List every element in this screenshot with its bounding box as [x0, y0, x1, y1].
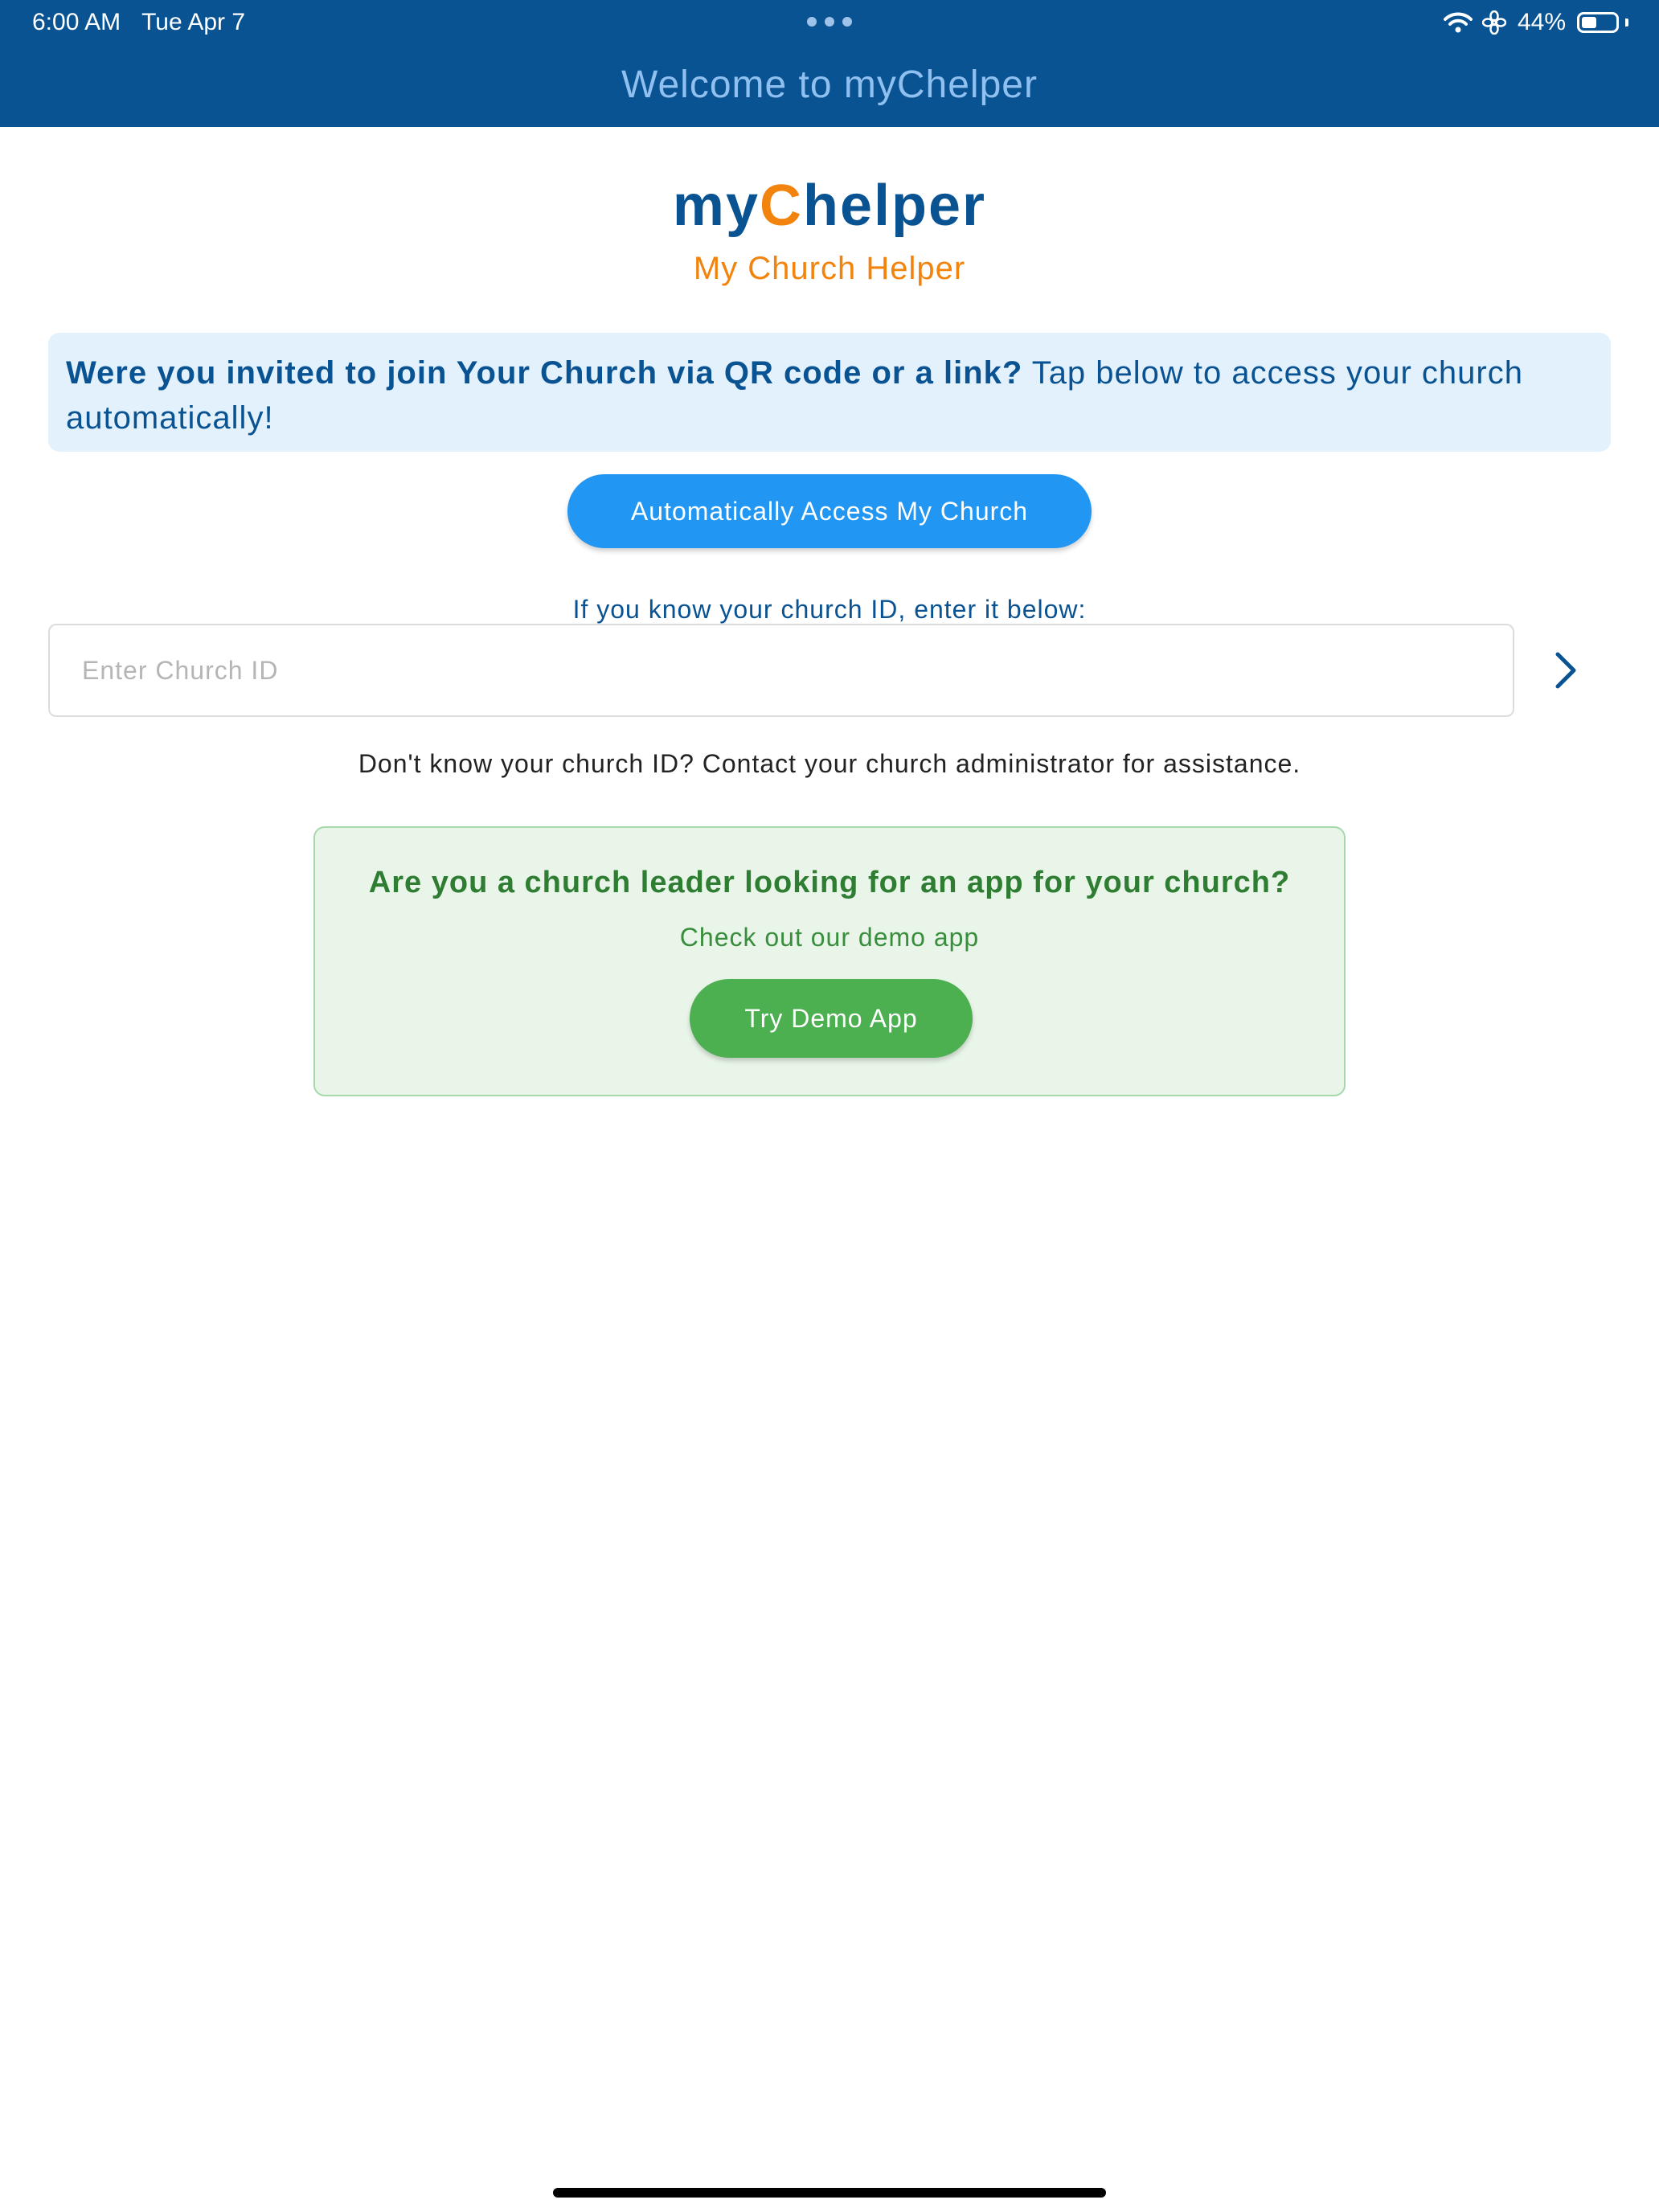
status-bar-right: 44%	[1443, 6, 1628, 39]
app-header: 6:00 AM Tue Apr 7 44% Welcome to myChelpe…	[0, 0, 1659, 127]
logo-text-c: C	[759, 174, 803, 238]
church-id-hint: If you know your church ID, enter it bel…	[572, 595, 1087, 624]
multitasking-dots-icon[interactable]	[807, 16, 852, 27]
home-indicator[interactable]	[553, 2188, 1106, 2198]
church-id-input[interactable]	[48, 624, 1514, 717]
church-id-help-text: Don't know your church ID? Contact your …	[358, 749, 1301, 778]
demo-promo-box: Are you a church leader looking for an a…	[313, 826, 1346, 1096]
wifi-icon	[1443, 12, 1473, 33]
app-logo: myChelper	[0, 167, 1659, 244]
logo-tagline: My Church Helper	[693, 251, 966, 286]
battery-percent: 44%	[1517, 9, 1566, 35]
fan-icon	[1481, 10, 1506, 35]
status-bar-left: 6:00 AM Tue Apr 7	[32, 6, 245, 39]
invite-info-box: Were you invited to join Your Church via…	[48, 333, 1611, 452]
invite-question: Were you invited to join Your Church via…	[66, 355, 1023, 391]
chevron-right-icon[interactable]	[1543, 646, 1588, 694]
battery-icon	[1577, 12, 1619, 33]
logo-text-my: my	[672, 174, 760, 238]
auto-access-button[interactable]: Automatically Access My Church	[567, 474, 1092, 548]
demo-subtext: Check out our demo app	[679, 923, 980, 952]
try-demo-button[interactable]: Try Demo App	[690, 979, 973, 1058]
logo-text-helper: helper	[802, 174, 987, 238]
status-time: 6:00 AM	[32, 9, 121, 35]
demo-heading: Are you a church leader looking for an a…	[368, 866, 1291, 899]
page-title: Welcome to myChelper	[621, 63, 1038, 106]
battery-level-fill	[1582, 17, 1596, 28]
status-date: Tue Apr 7	[141, 9, 246, 35]
battery-tip	[1625, 18, 1628, 27]
